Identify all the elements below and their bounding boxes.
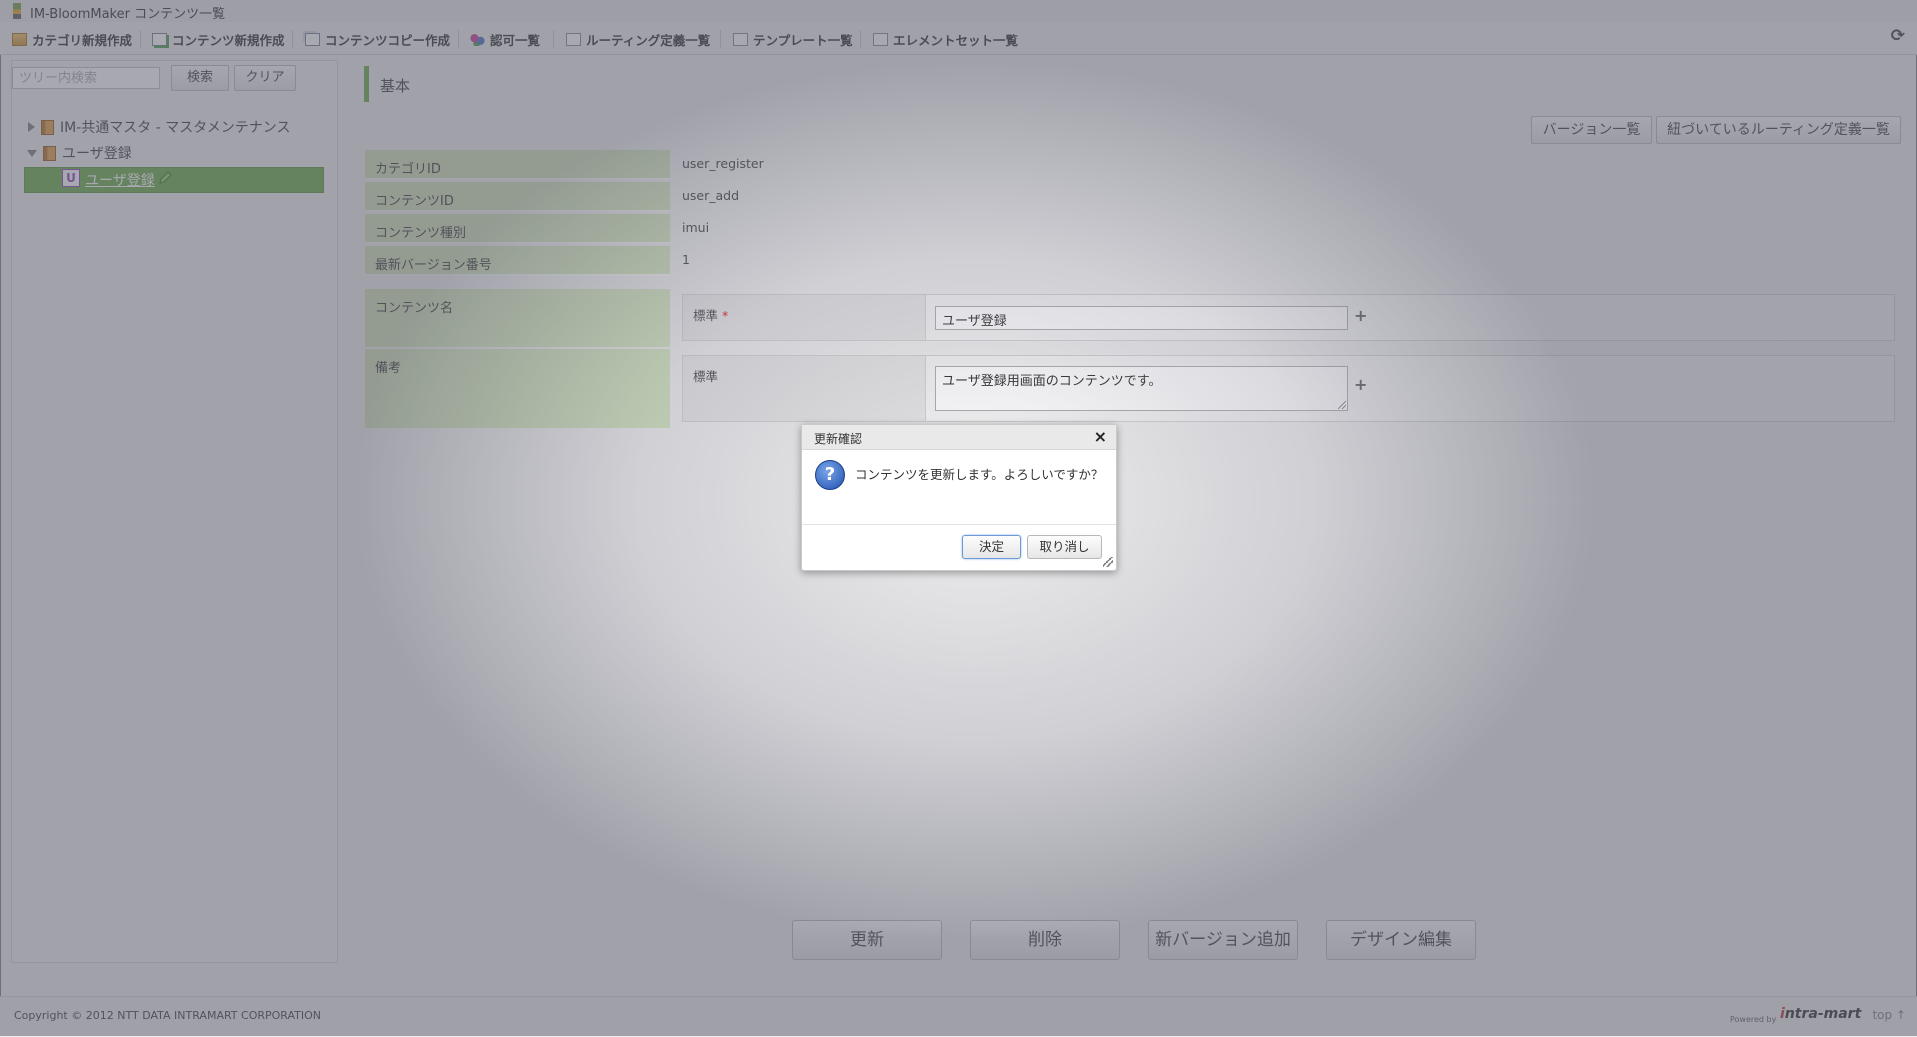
pencil-icon [159, 171, 172, 184]
remarks-locale: 標準 [683, 356, 926, 421]
toolbar-label: エレメントセット一覧 [893, 32, 1019, 48]
linked-routing-button[interactable]: 紐づいているルーティング定義一覧 [1656, 116, 1901, 144]
category-id-value: user_register [682, 156, 764, 171]
content-id-value: user_add [682, 188, 740, 203]
locale-label: 標準 [693, 369, 719, 384]
remarks-label: 備考 [365, 349, 670, 428]
content-name-box: 標準 * ユーザ登録 + [682, 294, 1895, 341]
tree-node-label[interactable]: ユーザ登録 [85, 170, 155, 190]
list-icon [873, 32, 888, 46]
tree-node-master-maintenance[interactable]: IM-共通マスタ - マスタメンテナンス [28, 117, 291, 137]
window-title: IM-BloomMaker コンテンツ一覧 [30, 7, 226, 22]
toolbar-label: テンプレート一覧 [753, 32, 853, 48]
add-locale-icon[interactable]: + [1354, 306, 1367, 325]
document-new-icon [152, 32, 167, 46]
toolbar-divider [720, 30, 721, 48]
toolbar-divider [292, 30, 293, 48]
toolbar-category-new[interactable]: カテゴリ新規作成 [12, 30, 132, 48]
folder-new-icon [12, 32, 27, 46]
toolbar-divider [553, 30, 554, 48]
confirm-button[interactable]: 決定 [962, 535, 1021, 559]
toolbar-content-copy[interactable]: コンテンツコピー作成 [305, 30, 450, 48]
toolbar-divider [140, 30, 141, 48]
tree-node-label: IM-共通マスタ - マスタメンテナンス [60, 120, 291, 136]
permission-icon [470, 32, 485, 46]
toolbar-label: 認可一覧 [490, 32, 541, 48]
add-locale-icon[interactable]: + [1354, 375, 1367, 394]
cancel-button[interactable]: 取り消し [1027, 535, 1102, 559]
resize-grip-icon[interactable] [1103, 557, 1113, 567]
intra-mart-logo: intra-mart [1780, 1006, 1862, 1022]
design-edit-button[interactable]: デザイン編集 [1326, 920, 1476, 960]
required-mark: * [722, 308, 729, 323]
version-list-button[interactable]: バージョン一覧 [1531, 116, 1652, 144]
copyright-text: Copyright © 2012 NTT DATA INTRAMART CORP… [14, 1009, 322, 1022]
tree-search-input[interactable] [12, 67, 160, 89]
latest-version-value: 1 [682, 252, 690, 267]
list-icon [733, 32, 748, 46]
content-name-locale: 標準 * [683, 295, 926, 340]
content-id-label: コンテンツID [365, 182, 670, 212]
toolbar-label: コンテンツ新規作成 [172, 32, 285, 48]
toolbar-template-list[interactable]: テンプレート一覧 [733, 30, 853, 48]
refresh-icon[interactable]: ⟳ [1891, 26, 1905, 46]
back-to-top-link[interactable]: top ↑ [1872, 1008, 1906, 1022]
toolbar-elementset-list[interactable]: エレメントセット一覧 [873, 30, 1018, 48]
toolbar-label: カテゴリ新規作成 [32, 32, 133, 48]
remarks-box: 標準 ユーザ登録用画面のコンテンツです。 + [682, 355, 1895, 422]
content-type-badge-icon: U [62, 169, 80, 187]
delete-button[interactable]: 削除 [970, 920, 1120, 960]
toolbar-content-new[interactable]: コンテンツ新規作成 [152, 30, 285, 48]
section-title: 基本 [380, 77, 411, 95]
collapse-arrow-icon[interactable] [27, 149, 37, 157]
locale-label: 標準 [693, 308, 719, 323]
close-icon[interactable]: × [1094, 427, 1107, 446]
section-marker [364, 66, 369, 102]
content-type-value: imui [682, 220, 710, 235]
dialog-message: コンテンツを更新します。よろしいですか？ [855, 467, 1104, 482]
latest-version-label: 最新バージョン番号 [365, 246, 670, 276]
app-icon [13, 3, 21, 19]
category-book-icon [41, 119, 54, 135]
tree-search-button[interactable]: 検索 [171, 65, 229, 91]
toolbar-label: ルーティング定義一覧 [586, 32, 711, 48]
dialog-divider [802, 524, 1116, 525]
content-name-input[interactable]: ユーザ登録 [935, 306, 1348, 330]
toolbar-routing-list[interactable]: ルーティング定義一覧 [566, 30, 710, 48]
remarks-textarea[interactable]: ユーザ登録用画面のコンテンツです。 [935, 366, 1348, 411]
category-id-label: カテゴリID [365, 150, 670, 180]
expand-arrow-icon[interactable] [28, 122, 35, 132]
toolbar-label: コンテンツコピー作成 [325, 32, 451, 48]
content-type-label: コンテンツ種別 [365, 214, 670, 244]
content-name-label: コンテンツ名 [365, 289, 670, 347]
tree-node-user-register[interactable]: ユーザ登録 [27, 143, 132, 163]
update-button[interactable]: 更新 [792, 920, 942, 960]
powered-by-text: Powered by [1730, 1015, 1777, 1024]
toolbar-divider [458, 30, 459, 48]
category-book-icon [43, 145, 56, 161]
remarks-text: ユーザ登録用画面のコンテンツです。 [942, 374, 1162, 389]
title-bar: IM-BloomMaker コンテンツ一覧 [0, 0, 1917, 23]
question-icon: ? [815, 460, 845, 490]
update-confirm-dialog: 更新確認 × ? コンテンツを更新します。よろしいですか？ 決定 取り消し [801, 424, 1117, 571]
tree-panel [11, 60, 338, 963]
list-icon [566, 32, 581, 46]
dialog-header[interactable]: 更新確認 × [802, 425, 1116, 450]
toolbar-divider [860, 30, 861, 48]
add-version-button[interactable]: 新バージョン追加 [1148, 920, 1298, 960]
dialog-title: 更新確認 [814, 432, 863, 446]
tree-node-label: ユーザ登録 [62, 146, 132, 162]
tree-clear-button[interactable]: クリア [234, 65, 296, 91]
copy-icon [305, 32, 320, 46]
toolbar: カテゴリ新規作成 コンテンツ新規作成 コンテンツコピー作成 認可一覧 ルーティン… [0, 22, 1917, 55]
resize-handle-icon[interactable] [1338, 401, 1346, 409]
toolbar-permissions[interactable]: 認可一覧 [470, 30, 540, 48]
